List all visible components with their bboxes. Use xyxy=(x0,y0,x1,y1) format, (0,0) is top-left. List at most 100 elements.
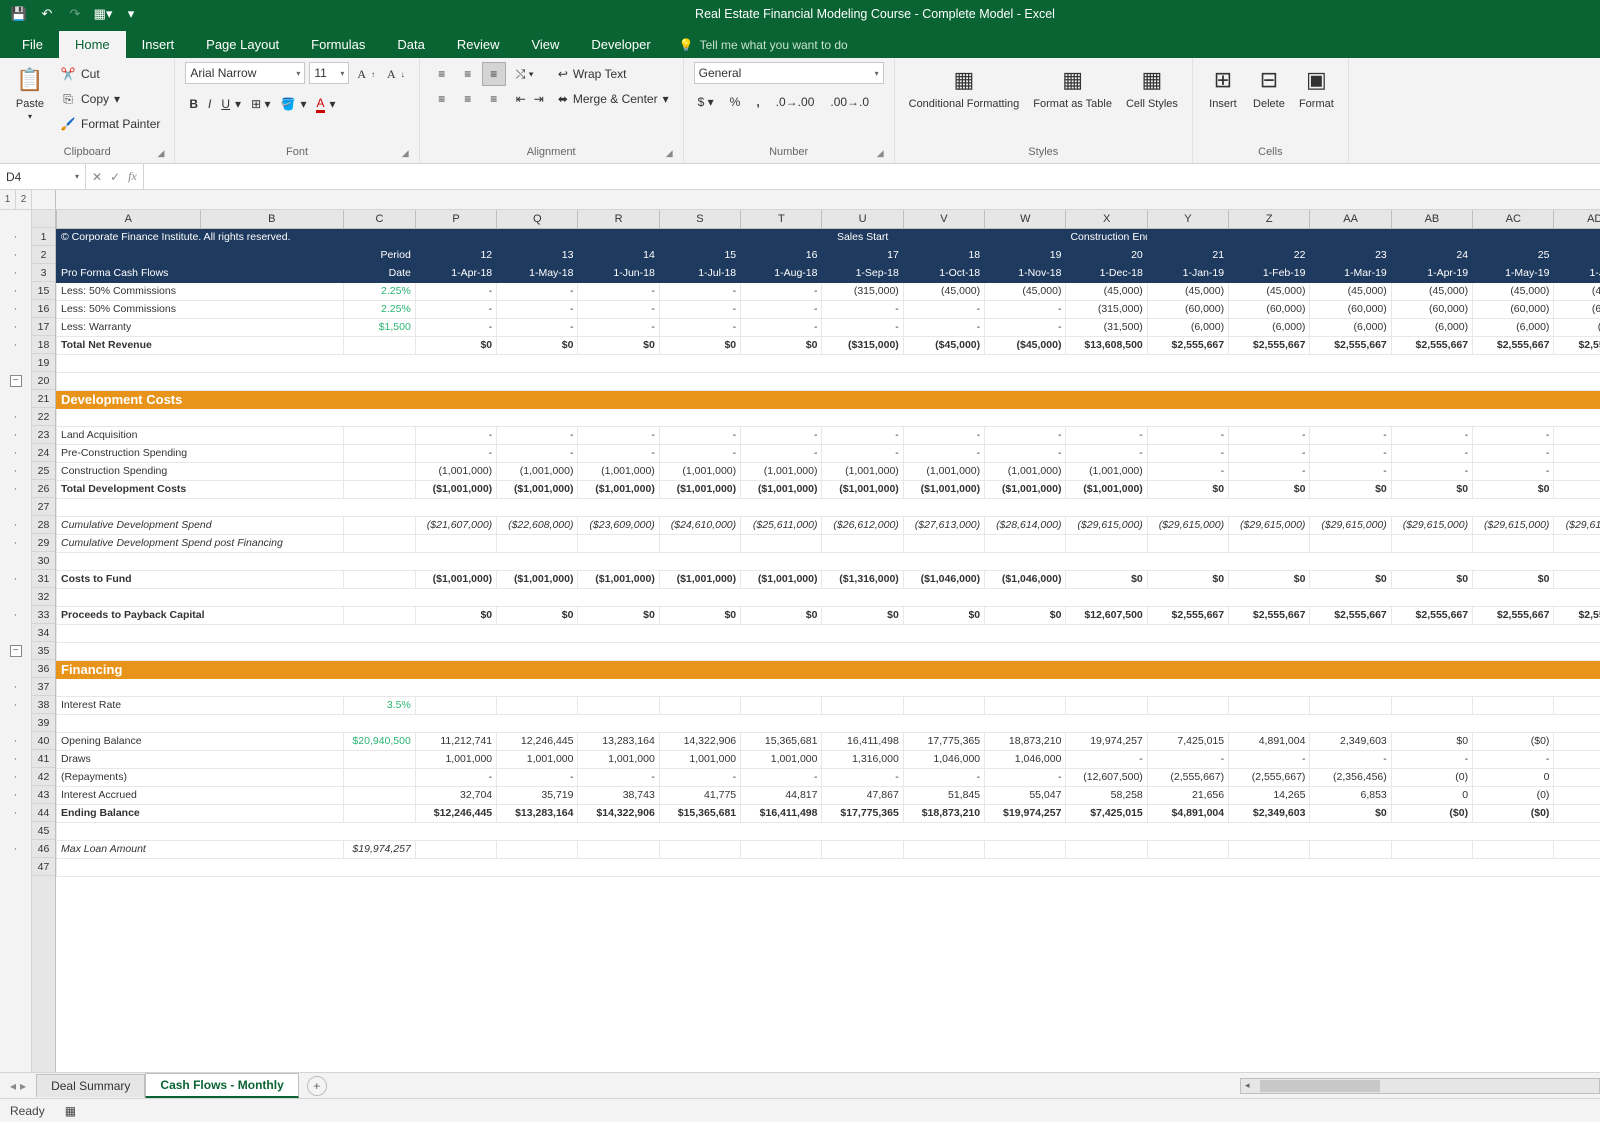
cell[interactable] xyxy=(344,786,416,804)
qat-save[interactable]: 💾 xyxy=(8,3,30,25)
cell[interactable]: - xyxy=(1229,462,1310,480)
column-header[interactable]: AB xyxy=(1391,210,1472,228)
cell[interactable] xyxy=(578,840,659,858)
align-middle[interactable]: ≡ xyxy=(456,62,480,86)
add-sheet-button[interactable]: + xyxy=(307,1076,327,1096)
cell[interactable]: ($25,611,000) xyxy=(741,516,822,534)
cell[interactable] xyxy=(1473,228,1554,246)
qat-redo[interactable]: ↷ xyxy=(64,3,86,25)
cell[interactable]: 17,775,365 xyxy=(903,732,984,750)
cell[interactable]: ($1,046,000) xyxy=(985,570,1066,588)
row-number[interactable]: 40 xyxy=(32,732,55,750)
cell[interactable]: (1,001,000) xyxy=(741,462,822,480)
border-button[interactable]: ⊞ ▾ xyxy=(247,92,274,116)
cell[interactable]: $2,555,667 xyxy=(1473,606,1554,624)
cell[interactable]: - xyxy=(1147,462,1228,480)
row-number[interactable]: 27 xyxy=(32,498,55,516)
cell[interactable]: ($29,615,000) xyxy=(1473,516,1554,534)
cell[interactable]: 4,891,004 xyxy=(1229,732,1310,750)
cell[interactable]: ($29,615,000) xyxy=(1310,516,1391,534)
cell[interactable]: - xyxy=(1066,444,1147,462)
cell[interactable]: 3.5% xyxy=(344,696,416,714)
cell[interactable]: Interest Rate xyxy=(57,696,344,714)
cell[interactable] xyxy=(822,696,903,714)
column-header[interactable]: P xyxy=(415,210,496,228)
cell[interactable]: $0 xyxy=(1554,480,1600,498)
cell[interactable] xyxy=(1391,840,1472,858)
cell[interactable] xyxy=(57,858,1600,876)
cell[interactable]: 16,411,498 xyxy=(822,732,903,750)
cell[interactable]: 1-Sep-18 xyxy=(822,264,903,282)
cell[interactable]: (60,000) xyxy=(1391,300,1472,318)
orientation-button[interactable]: ⤭ ▾ xyxy=(512,62,548,86)
cell[interactable]: 58,258 xyxy=(1066,786,1147,804)
cell[interactable]: - xyxy=(578,300,659,318)
cell[interactable]: - xyxy=(1473,750,1554,768)
cell[interactable]: 0 xyxy=(1391,786,1472,804)
cell[interactable] xyxy=(1554,696,1600,714)
column-header[interactable]: Q xyxy=(497,210,578,228)
cell[interactable]: - xyxy=(741,426,822,444)
cell[interactable] xyxy=(1229,840,1310,858)
cell[interactable]: (6,000) xyxy=(1473,318,1554,336)
enter-icon[interactable]: ✓ xyxy=(110,170,120,184)
row-number[interactable]: 28 xyxy=(32,516,55,534)
cell[interactable]: - xyxy=(659,318,740,336)
cell-styles-button[interactable]: ▦Cell Styles xyxy=(1122,62,1182,112)
cell[interactable]: Financing xyxy=(57,660,1600,678)
qat-customize[interactable]: ▾ xyxy=(120,3,142,25)
cell[interactable]: - xyxy=(659,300,740,318)
cell[interactable]: - xyxy=(985,300,1066,318)
cell[interactable]: ($22,608,000) xyxy=(497,516,578,534)
wrap-text-button[interactable]: ↩ Wrap Text xyxy=(554,62,673,86)
cell[interactable] xyxy=(1066,696,1147,714)
column-header[interactable]: C xyxy=(344,210,416,228)
cell[interactable]: © Corporate Finance Institute. All right… xyxy=(57,228,416,246)
cell[interactable]: ($29,615,000) xyxy=(1147,516,1228,534)
cell[interactable]: $13,283,164 xyxy=(497,804,578,822)
row-number[interactable]: 29 xyxy=(32,534,55,552)
cell[interactable] xyxy=(1310,696,1391,714)
scrollbar-thumb[interactable] xyxy=(1260,1080,1380,1092)
column-header[interactable]: AC xyxy=(1473,210,1554,228)
cell[interactable]: Interest Accrued xyxy=(57,786,344,804)
cell[interactable]: - xyxy=(741,282,822,300)
cell[interactable]: Less: 50% Commissions xyxy=(57,282,344,300)
cell[interactable] xyxy=(57,624,1600,642)
cell[interactable]: - xyxy=(415,282,496,300)
cell[interactable]: (60,000) xyxy=(1310,300,1391,318)
cell[interactable] xyxy=(57,354,1600,372)
tab-review[interactable]: Review xyxy=(441,31,516,58)
cell[interactable]: - xyxy=(1310,462,1391,480)
cell[interactable]: ($28,614,000) xyxy=(985,516,1066,534)
cell[interactable]: Date xyxy=(344,264,416,282)
sheet-tab-deal-summary[interactable]: Deal Summary xyxy=(36,1074,145,1097)
cut-button[interactable]: ✂️Cut xyxy=(56,62,164,86)
cell[interactable]: ($1,001,000) xyxy=(497,570,578,588)
cell[interactable]: (6,000) xyxy=(1554,318,1600,336)
cell[interactable]: - xyxy=(903,444,984,462)
column-header[interactable]: U xyxy=(822,210,903,228)
cell[interactable]: $2,555,667 xyxy=(1229,606,1310,624)
insert-cells-button[interactable]: ⊞Insert xyxy=(1203,62,1243,112)
cell[interactable]: $0 xyxy=(903,606,984,624)
cell[interactable]: $0 xyxy=(1391,570,1472,588)
cell[interactable]: - xyxy=(1391,426,1472,444)
outline-collapse-35[interactable]: − xyxy=(10,645,22,657)
cell[interactable]: 1,001,000 xyxy=(659,750,740,768)
cell[interactable]: 13 xyxy=(497,246,578,264)
row-number[interactable]: 32 xyxy=(32,588,55,606)
cell[interactable] xyxy=(344,534,416,552)
row-number[interactable]: 20 xyxy=(32,372,55,390)
cell[interactable]: - xyxy=(497,426,578,444)
column-header[interactable]: T xyxy=(741,210,822,228)
cell[interactable] xyxy=(1473,696,1554,714)
cell[interactable] xyxy=(985,534,1066,552)
cell[interactable]: - xyxy=(1554,444,1600,462)
cell[interactable] xyxy=(57,408,1600,426)
cell[interactable]: $2,555,667 xyxy=(1391,606,1472,624)
cell[interactable] xyxy=(497,228,578,246)
cell[interactable]: 13,283,164 xyxy=(578,732,659,750)
cell[interactable] xyxy=(741,696,822,714)
cell[interactable]: $0 xyxy=(1473,570,1554,588)
